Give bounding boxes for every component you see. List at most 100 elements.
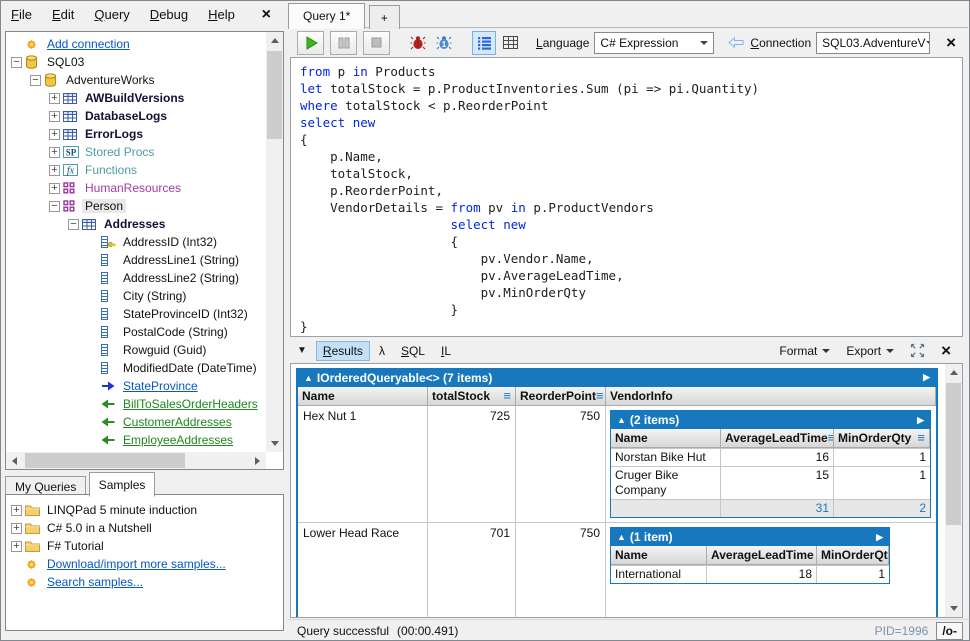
tab-il[interactable]: IL xyxy=(434,341,458,361)
tree-item[interactable]: + F# Tutorial xyxy=(8,537,283,555)
stop-button[interactable] xyxy=(363,30,390,55)
menu-help[interactable]: Help xyxy=(198,2,245,27)
collapse-triangle-icon[interactable]: ▲ xyxy=(617,415,626,425)
column-menu-icon[interactable]: ≡ xyxy=(917,431,925,444)
collapse-toggle[interactable]: − xyxy=(68,218,79,230)
column-header-reorderpoint[interactable]: ReorderPoint ≡ xyxy=(516,387,606,405)
scrollbar-thumb[interactable] xyxy=(267,51,282,139)
pause-button[interactable] xyxy=(330,30,357,55)
panel-toggle-button[interactable]: /o- xyxy=(936,621,963,640)
expand-toggle[interactable]: + xyxy=(49,182,60,194)
scroll-down-icon[interactable] xyxy=(945,600,962,617)
expand-toggle[interactable]: + xyxy=(49,92,60,104)
expand-right-icon[interactable]: ▶ xyxy=(876,532,883,543)
tree-item[interactable]: Add connection xyxy=(8,35,266,53)
collapse-triangle-icon[interactable]: ▲ xyxy=(304,373,313,383)
scroll-up-icon[interactable] xyxy=(945,364,962,381)
tree-item[interactable]: PostalCode (String) xyxy=(8,323,266,341)
query-editor[interactable]: from p in Products let totalStock = p.Pro… xyxy=(290,57,963,337)
expand-results-button[interactable] xyxy=(910,343,925,358)
column-header-averageleadtime[interactable]: AverageLeadTime≡ xyxy=(721,429,834,447)
collapse-toggle[interactable]: − xyxy=(30,74,41,86)
column-menu-icon[interactable]: ≡ xyxy=(503,389,511,402)
tree-item[interactable]: + HumanResources xyxy=(8,179,266,197)
tree-item[interactable]: − Addresses xyxy=(8,215,266,233)
tree-item[interactable]: AddressID (Int32) xyxy=(8,233,266,251)
scroll-down-icon[interactable] xyxy=(266,435,283,452)
tab-results[interactable]: Results xyxy=(315,340,370,361)
column-menu-icon[interactable]: ≡ xyxy=(596,389,604,402)
tree-item[interactable]: + SP Stored Procs xyxy=(8,143,266,161)
tree-item[interactable]: Rowguid (Guid) xyxy=(8,341,266,359)
expand-toggle[interactable]: + xyxy=(49,164,60,176)
tree-item[interactable]: City (String) xyxy=(8,287,266,305)
expand-right-icon[interactable]: ▶ xyxy=(923,372,930,383)
debug-button[interactable]: 1 xyxy=(432,31,456,55)
tree-item[interactable]: + AWBuildVersions xyxy=(8,89,266,107)
nested-table-title-bar[interactable]: ▲ (2 items) ▶ xyxy=(611,411,930,429)
column-header-vendorinfo[interactable]: VendorInfo xyxy=(606,387,936,405)
results-vertical-scrollbar[interactable] xyxy=(945,364,962,617)
tree-item[interactable]: − Person xyxy=(8,197,266,215)
language-dropdown[interactable]: C# Expression xyxy=(594,31,715,54)
close-query-icon[interactable]: × xyxy=(942,34,960,51)
export-menu[interactable]: Export xyxy=(846,344,895,358)
tree-item[interactable]: − SQL03 xyxy=(8,53,266,71)
expand-right-icon[interactable]: ▶ xyxy=(917,415,924,426)
tree-item[interactable]: + fx Functions xyxy=(8,161,266,179)
expand-toggle[interactable]: + xyxy=(11,504,22,516)
tree-item[interactable]: StateProvinceID (Int32) xyxy=(8,305,266,323)
grid-title-bar[interactable]: ▲ IOrderedQueryable<> (7 items) ▶ xyxy=(298,368,936,387)
tree-item[interactable]: CustomerAddresses xyxy=(8,413,266,431)
tree-item[interactable]: AddressLine1 (String) xyxy=(8,251,266,269)
expand-toggle[interactable]: + xyxy=(11,522,22,534)
menu-file[interactable]: File xyxy=(1,2,42,27)
tab-samples[interactable]: Samples xyxy=(88,472,156,497)
tree-item[interactable]: ModifiedDate (DateTime) xyxy=(8,359,266,377)
close-icon[interactable]: × xyxy=(258,6,275,22)
close-results-icon[interactable]: × xyxy=(937,342,955,359)
menu-debug[interactable]: Debug xyxy=(140,2,198,27)
expand-toggle[interactable]: + xyxy=(11,540,22,552)
menu-query[interactable]: Query xyxy=(84,2,139,27)
tab-query-1[interactable]: Query 1* xyxy=(288,3,366,29)
column-header-name[interactable]: Name xyxy=(298,387,428,405)
nested-table-title-bar[interactable]: ▲ (1 item) ▶ xyxy=(611,528,889,546)
tree-item[interactable]: + C# 5.0 in a Nutshell xyxy=(8,519,283,537)
collapse-toggle[interactable]: − xyxy=(49,200,60,212)
tree-item[interactable]: + LINQPad 5 minute induction xyxy=(8,501,283,519)
rich-text-results-toggle[interactable] xyxy=(472,30,496,55)
column-header-totalstock[interactable]: totalStock ≡ xyxy=(428,387,516,405)
tree-item[interactable]: EmployeeAddresses xyxy=(8,431,266,449)
run-button[interactable] xyxy=(297,30,324,55)
code-text[interactable]: from p in Products let totalStock = p.Pro… xyxy=(291,58,962,335)
column-header-name[interactable]: Name xyxy=(611,429,721,447)
tree-item[interactable]: Download/import more samples... xyxy=(8,555,283,573)
scrollbar-thumb[interactable] xyxy=(946,383,961,525)
tab-lambda[interactable]: λ xyxy=(372,341,392,361)
collapse-triangle-icon[interactable]: ▲ xyxy=(617,532,626,542)
scroll-up-icon[interactable] xyxy=(266,32,283,49)
collapse-results-icon[interactable]: ▼ xyxy=(297,345,307,356)
data-grid-results-toggle[interactable] xyxy=(498,31,522,55)
column-header-averageleadtime[interactable]: AverageLeadTime xyxy=(707,546,817,564)
new-tab-button[interactable]: + xyxy=(368,5,400,29)
expand-toggle[interactable]: + xyxy=(49,146,60,158)
tab-sql[interactable]: SQL xyxy=(394,341,432,361)
scroll-left-icon[interactable] xyxy=(6,452,23,469)
column-header-name[interactable]: Name xyxy=(611,546,707,564)
menu-edit[interactable]: Edit xyxy=(42,2,84,27)
expand-toggle[interactable]: + xyxy=(49,110,60,122)
cancel-threads-button[interactable] xyxy=(406,31,430,55)
scrollbar-thumb[interactable] xyxy=(25,453,185,468)
tree-horizontal-scrollbar[interactable] xyxy=(6,452,266,469)
tree-vertical-scrollbar[interactable] xyxy=(266,32,283,452)
connection-dropdown[interactable]: SQL03.AdventureV xyxy=(816,31,931,54)
tree-item[interactable]: AddressLine2 (String) xyxy=(8,269,266,287)
tree-item[interactable]: StateProvince xyxy=(8,377,266,395)
tree-item[interactable]: + ErrorLogs xyxy=(8,125,266,143)
format-menu[interactable]: Format xyxy=(779,344,831,358)
tree-item[interactable]: + DatabaseLogs xyxy=(8,107,266,125)
collapse-toggle[interactable]: − xyxy=(11,56,22,68)
tree-item[interactable]: Search samples... xyxy=(8,573,283,591)
